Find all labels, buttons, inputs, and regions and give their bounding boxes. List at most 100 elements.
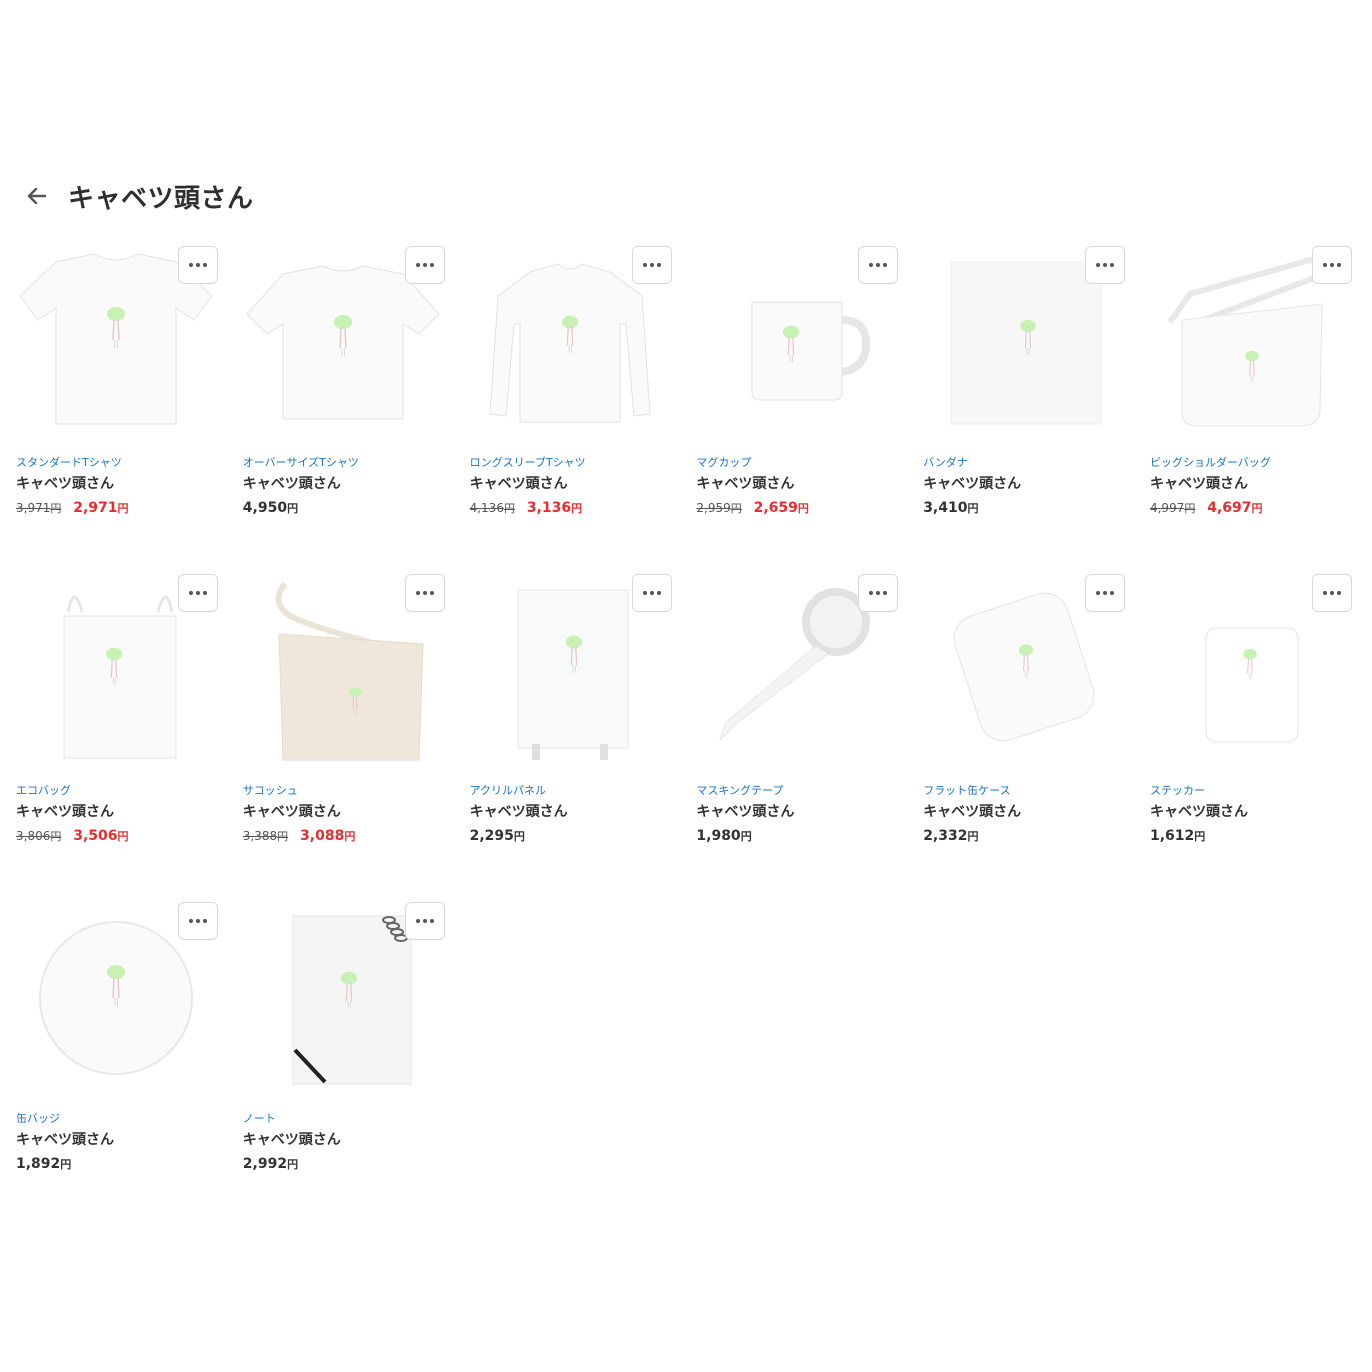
product-category-link[interactable]: サコッシュ [243, 784, 443, 798]
more-horizontal-icon [1322, 591, 1341, 595]
product-category-link[interactable]: 缶バッジ [16, 1112, 216, 1126]
product-price: 1,892円 [16, 1156, 216, 1173]
product-name[interactable]: キャベツ頭さん [923, 803, 1123, 821]
product-image[interactable] [696, 572, 899, 768]
product-card[interactable]: マスキングテープ キャベツ頭さん 1,980円 [696, 572, 899, 900]
more-options-button[interactable] [1311, 574, 1352, 612]
product-name[interactable]: キャベツ頭さん [16, 1131, 216, 1149]
product-price: 3,388円 3,088円 [243, 828, 443, 845]
current-price: 2,332円 [923, 828, 979, 844]
product-image[interactable] [1150, 572, 1352, 768]
product-image[interactable] [696, 244, 899, 440]
current-price: 3,088円 [300, 828, 356, 844]
product-price: 2,332円 [923, 828, 1123, 845]
product-name[interactable]: キャベツ頭さん [243, 1131, 443, 1149]
more-options-button[interactable] [404, 574, 445, 612]
product-image[interactable] [16, 900, 218, 1096]
product-card[interactable]: ロングスリーブTシャツ キャベツ頭さん 4,136円 3,136円 [469, 244, 672, 572]
product-category-link[interactable]: アクリルパネル [470, 784, 670, 798]
product-card[interactable]: フラット缶ケース キャベツ頭さん 2,332円 [923, 572, 1126, 900]
more-options-button[interactable] [178, 902, 218, 940]
more-options-button[interactable] [631, 574, 672, 612]
product-grid: スタンダードTシャツ キャベツ頭さん 3,971円 2,971円 オーバーサイズ… [16, 244, 1361, 1228]
product-name[interactable]: キャベツ頭さん [470, 475, 670, 493]
product-price: 2,959円 2,659円 [696, 500, 896, 517]
product-image[interactable] [243, 244, 445, 440]
product-name[interactable]: キャベツ頭さん [923, 475, 1123, 493]
more-horizontal-icon [415, 263, 434, 267]
product-category-link[interactable]: ロングスリーブTシャツ [470, 456, 670, 470]
more-options-button[interactable] [404, 246, 445, 284]
current-price: 2,992円 [242, 1156, 299, 1172]
back-arrow-icon[interactable] [24, 183, 50, 209]
product-name[interactable]: キャベツ頭さん [470, 803, 670, 821]
product-category-link[interactable]: ノート [243, 1112, 443, 1126]
product-card[interactable]: ステッカー キャベツ頭さん 1,612円 [1150, 572, 1352, 900]
product-name[interactable]: キャベツ頭さん [243, 803, 443, 821]
original-price: 4,136円 [469, 501, 515, 515]
product-name[interactable]: キャベツ頭さん [16, 475, 216, 493]
product-card[interactable]: ノート キャベツ頭さん 2,992円 [242, 900, 445, 1228]
product-image[interactable] [923, 244, 1126, 440]
product-price: 1,612円 [1150, 828, 1350, 845]
more-options-button[interactable] [404, 902, 445, 940]
product-category-link[interactable]: ステッカー [1150, 784, 1350, 798]
product-card[interactable]: オーバーサイズTシャツ キャベツ頭さん 4,950円 [243, 244, 445, 572]
product-name[interactable]: キャベツ頭さん [696, 475, 896, 493]
more-horizontal-icon [415, 919, 434, 923]
product-card[interactable]: バンダナ キャベツ頭さん 3,410円 [923, 244, 1126, 572]
product-category-link[interactable]: マグカップ [696, 456, 896, 470]
more-options-button[interactable] [631, 246, 672, 284]
product-image[interactable] [470, 244, 672, 440]
product-image[interactable] [243, 900, 445, 1096]
product-card[interactable]: エコバッグ キャベツ頭さん 3,806円 3,506円 [16, 572, 218, 900]
more-options-button[interactable] [858, 246, 899, 284]
more-options-button[interactable] [178, 574, 218, 612]
more-options-button[interactable] [1311, 246, 1352, 284]
product-image[interactable] [243, 572, 445, 768]
product-category-link[interactable]: フラット缶ケース [923, 784, 1123, 798]
product-card[interactable]: サコッシュ キャベツ頭さん 3,388円 3,088円 [243, 572, 445, 900]
current-price: 3,136円 [526, 500, 583, 516]
product-name[interactable]: キャベツ頭さん [1150, 475, 1350, 493]
current-price: 3,410円 [923, 500, 979, 516]
original-price: 3,806円 [16, 829, 62, 843]
product-card[interactable]: マグカップ キャベツ頭さん 2,959円 2,659円 [696, 244, 899, 572]
current-price: 4,697円 [1207, 500, 1263, 516]
product-name[interactable]: キャベツ頭さん [16, 803, 216, 821]
product-card[interactable]: スタンダードTシャツ キャベツ頭さん 3,971円 2,971円 [16, 244, 218, 572]
product-category-link[interactable]: ビッグショルダーバッグ [1150, 456, 1350, 470]
product-name[interactable]: キャベツ頭さん [696, 803, 896, 821]
current-price: 4,950円 [242, 500, 299, 516]
product-category-link[interactable]: バンダナ [923, 456, 1123, 470]
product-category-link[interactable]: スタンダードTシャツ [16, 456, 216, 470]
product-image[interactable] [16, 244, 218, 440]
page-header: キャベツ頭さん [24, 176, 254, 216]
more-horizontal-icon [869, 263, 888, 267]
product-name[interactable]: キャベツ頭さん [243, 475, 443, 493]
more-options-button[interactable] [1085, 246, 1126, 284]
more-options-button[interactable] [178, 246, 218, 284]
product-card[interactable]: アクリルパネル キャベツ頭さん 2,295円 [470, 572, 672, 900]
original-price: 4,997円 [1149, 501, 1196, 515]
product-card[interactable]: ビッグショルダーバッグ キャベツ頭さん 4,997円 4,697円 [1149, 244, 1352, 572]
product-price: 4,950円 [243, 500, 443, 517]
more-options-button[interactable] [858, 574, 899, 612]
current-price: 2,971円 [73, 500, 129, 516]
product-image[interactable] [923, 572, 1126, 768]
more-horizontal-icon [1096, 591, 1115, 595]
product-card[interactable]: 缶バッジ キャベツ頭さん 1,892円 [16, 900, 218, 1228]
more-options-button[interactable] [1085, 574, 1126, 612]
product-image[interactable] [1150, 244, 1352, 440]
page-title: キャベツ頭さん [68, 183, 254, 214]
product-image[interactable] [16, 572, 218, 768]
product-name[interactable]: キャベツ頭さん [1150, 803, 1350, 821]
current-price: 1,612円 [1149, 828, 1206, 844]
product-image[interactable] [470, 572, 672, 768]
more-horizontal-icon [1322, 263, 1341, 267]
product-category-link[interactable]: マスキングテープ [696, 784, 896, 798]
product-category-link[interactable]: エコバッグ [16, 784, 216, 798]
current-price: 1,980円 [696, 828, 752, 844]
more-horizontal-icon [642, 591, 661, 595]
product-category-link[interactable]: オーバーサイズTシャツ [243, 456, 443, 470]
